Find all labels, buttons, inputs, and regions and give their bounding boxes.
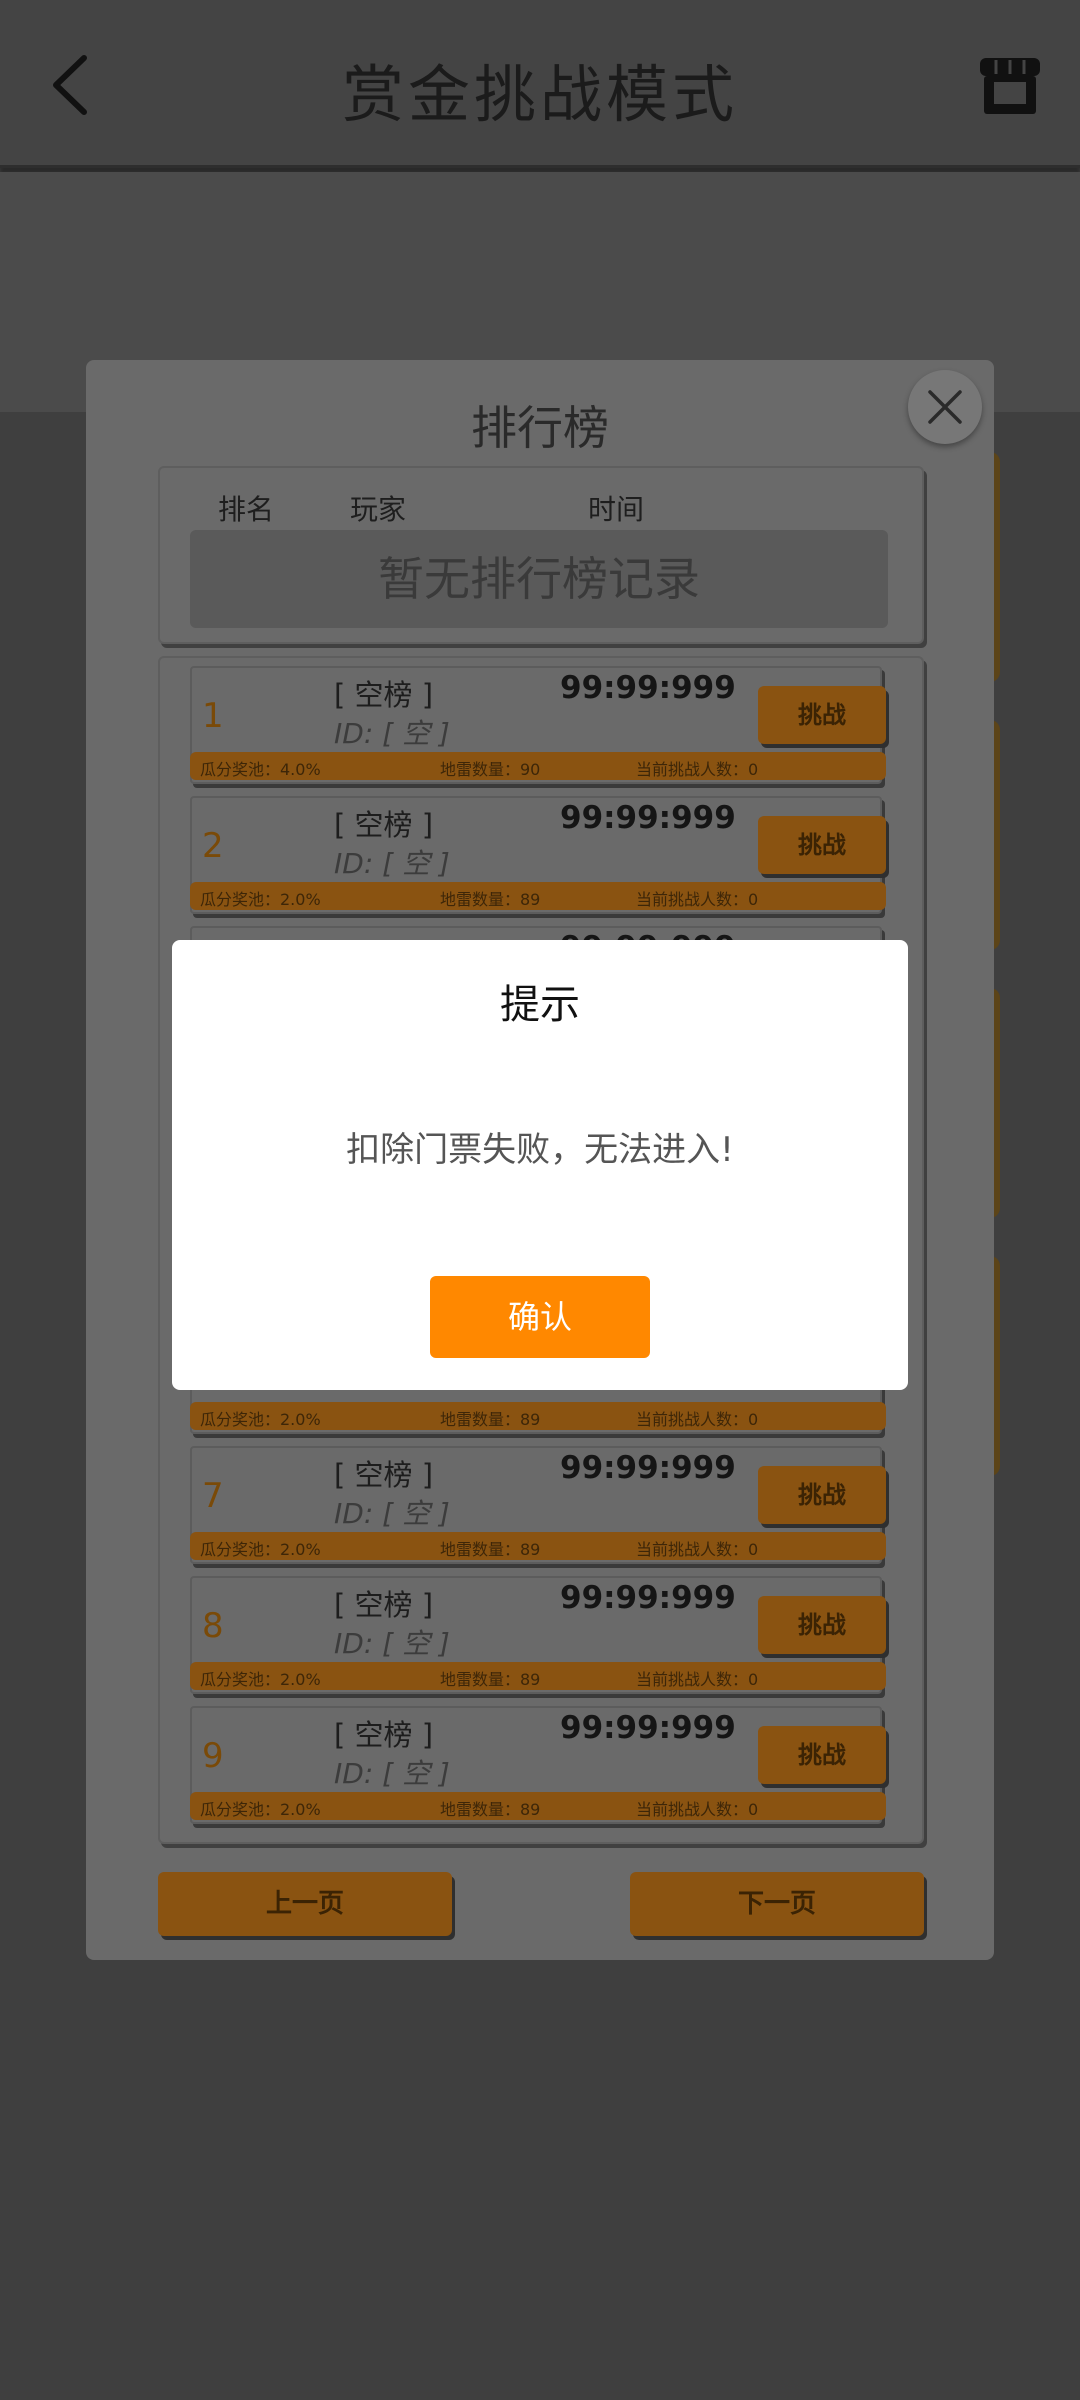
my-record-panel: 排名 玩家 时间 暂无排行榜记录 xyxy=(158,466,924,644)
rank-number: 9 xyxy=(202,1736,224,1776)
challenger-count: 当前挑战人数：0 xyxy=(636,890,759,909)
mine-count: 地雷数量：89 xyxy=(440,890,541,909)
challenge-button[interactable]: 挑战 xyxy=(758,1596,886,1654)
dialog-message: 扣除门票失败，无法进入! xyxy=(346,1130,734,1170)
prize-pool-share: 瓜分奖池：2.0% xyxy=(200,890,321,909)
challenger-count: 当前挑战人数：0 xyxy=(636,1540,759,1559)
next-page-button[interactable]: 下一页 xyxy=(630,1872,924,1936)
record-time: 99:99:999 xyxy=(560,800,736,836)
mine-count: 地雷数量：89 xyxy=(440,1410,541,1429)
mine-count: 地雷数量：89 xyxy=(440,1670,541,1689)
challenge-button[interactable]: 挑战 xyxy=(758,816,886,874)
player-name: [ 空榜 ] xyxy=(334,1588,434,1622)
challenge-button[interactable]: 挑战 xyxy=(758,686,886,744)
prize-pool-share: 瓜分奖池：2.0% xyxy=(200,1540,321,1559)
player-name: [ 空榜 ] xyxy=(334,1718,434,1752)
confirm-button[interactable]: 确认 xyxy=(430,1276,650,1358)
player-id: ID: [ 空 ] xyxy=(334,847,450,880)
challenger-count: 当前挑战人数：0 xyxy=(636,1410,759,1429)
column-header-rank: 排名 xyxy=(218,493,275,526)
player-id: ID: [ 空 ] xyxy=(334,1757,450,1790)
mine-count: 地雷数量：89 xyxy=(440,1540,541,1559)
challenge-button[interactable]: 挑战 xyxy=(758,1726,886,1784)
prize-pool-share: 瓜分奖池：2.0% xyxy=(200,1800,321,1819)
column-header-player: 玩家 xyxy=(350,493,407,526)
prize-pool-share: 瓜分奖池：2.0% xyxy=(200,1410,321,1429)
prize-pool-share: 瓜分奖池：4.0% xyxy=(200,760,321,779)
challenger-count: 当前挑战人数：0 xyxy=(636,760,759,779)
record-time: 99:99:999 xyxy=(560,1710,736,1746)
leaderboard-row: 7 [ 空榜 ] ID: [ 空 ] 99:99:999 挑战 瓜分奖池：2.0… xyxy=(190,1446,886,1564)
row-info-bar: 瓜分奖池：2.0% 地雷数量：89 当前挑战人数：0 xyxy=(190,1662,886,1690)
close-icon xyxy=(928,390,962,424)
page-title: 赏金挑战模式 xyxy=(341,58,738,131)
player-name: [ 空榜 ] xyxy=(334,808,434,842)
row-info-bar: 瓜分奖池：2.0% 地雷数量：89 当前挑战人数：0 xyxy=(190,1532,886,1560)
column-header-time: 时间 xyxy=(588,493,645,526)
rank-number: 7 xyxy=(202,1476,224,1516)
leaderboard-row: 1 [ 空榜 ] ID: [ 空 ] 99:99:999 挑战 瓜分奖池：4.0… xyxy=(190,666,886,784)
empty-record-message: 暂无排行榜记录 xyxy=(190,530,888,628)
row-info-bar: 瓜分奖池：4.0% 地雷数量：90 当前挑战人数：0 xyxy=(190,752,886,780)
player-id: ID: [ 空 ] xyxy=(334,717,450,750)
row-info-bar: 瓜分奖池：2.0% 地雷数量：89 当前挑战人数：0 xyxy=(190,1402,886,1430)
top-bar: 赏金挑战模式 xyxy=(0,0,1080,168)
alert-dialog: 提示 扣除门票失败，无法进入! 确认 xyxy=(172,940,908,1390)
challenger-count: 当前挑战人数：0 xyxy=(636,1800,759,1819)
challenge-button[interactable]: 挑战 xyxy=(758,1466,886,1524)
leaderboard-row: 9 [ 空榜 ] ID: [ 空 ] 99:99:999 挑战 瓜分奖池：2.0… xyxy=(190,1706,886,1824)
row-info-bar: 瓜分奖池：2.0% 地雷数量：89 当前挑战人数：0 xyxy=(190,1792,886,1820)
record-time: 99:99:999 xyxy=(560,1580,736,1616)
rank-number: 1 xyxy=(202,696,224,736)
challenger-count: 当前挑战人数：0 xyxy=(636,1670,759,1689)
record-time: 99:99:999 xyxy=(560,670,736,706)
close-button[interactable] xyxy=(908,370,982,444)
dialog-title: 提示 xyxy=(500,982,580,1028)
player-name: [ 空榜 ] xyxy=(334,1458,434,1492)
leaderboard-title: 排行榜 xyxy=(471,401,609,455)
prize-pool-share: 瓜分奖池：2.0% xyxy=(200,1670,321,1689)
player-id: ID: [ 空 ] xyxy=(334,1497,450,1530)
player-name: [ 空榜 ] xyxy=(334,678,434,712)
prev-page-button[interactable]: 上一页 xyxy=(158,1872,452,1936)
mine-count: 地雷数量：90 xyxy=(440,760,541,779)
mine-count: 地雷数量：89 xyxy=(440,1800,541,1819)
rank-number: 8 xyxy=(202,1606,224,1646)
leaderboard-row: 8 [ 空榜 ] ID: [ 空 ] 99:99:999 挑战 瓜分奖池：2.0… xyxy=(190,1576,886,1694)
rank-number: 2 xyxy=(202,826,224,866)
leaderboard-row: 2 [ 空榜 ] ID: [ 空 ] 99:99:999 挑战 瓜分奖池：2.0… xyxy=(190,796,886,914)
record-time: 99:99:999 xyxy=(560,1450,736,1486)
shop-icon[interactable] xyxy=(976,52,1044,120)
row-info-bar: 瓜分奖池：2.0% 地雷数量：89 当前挑战人数：0 xyxy=(190,882,886,910)
player-id: ID: [ 空 ] xyxy=(334,1627,450,1660)
